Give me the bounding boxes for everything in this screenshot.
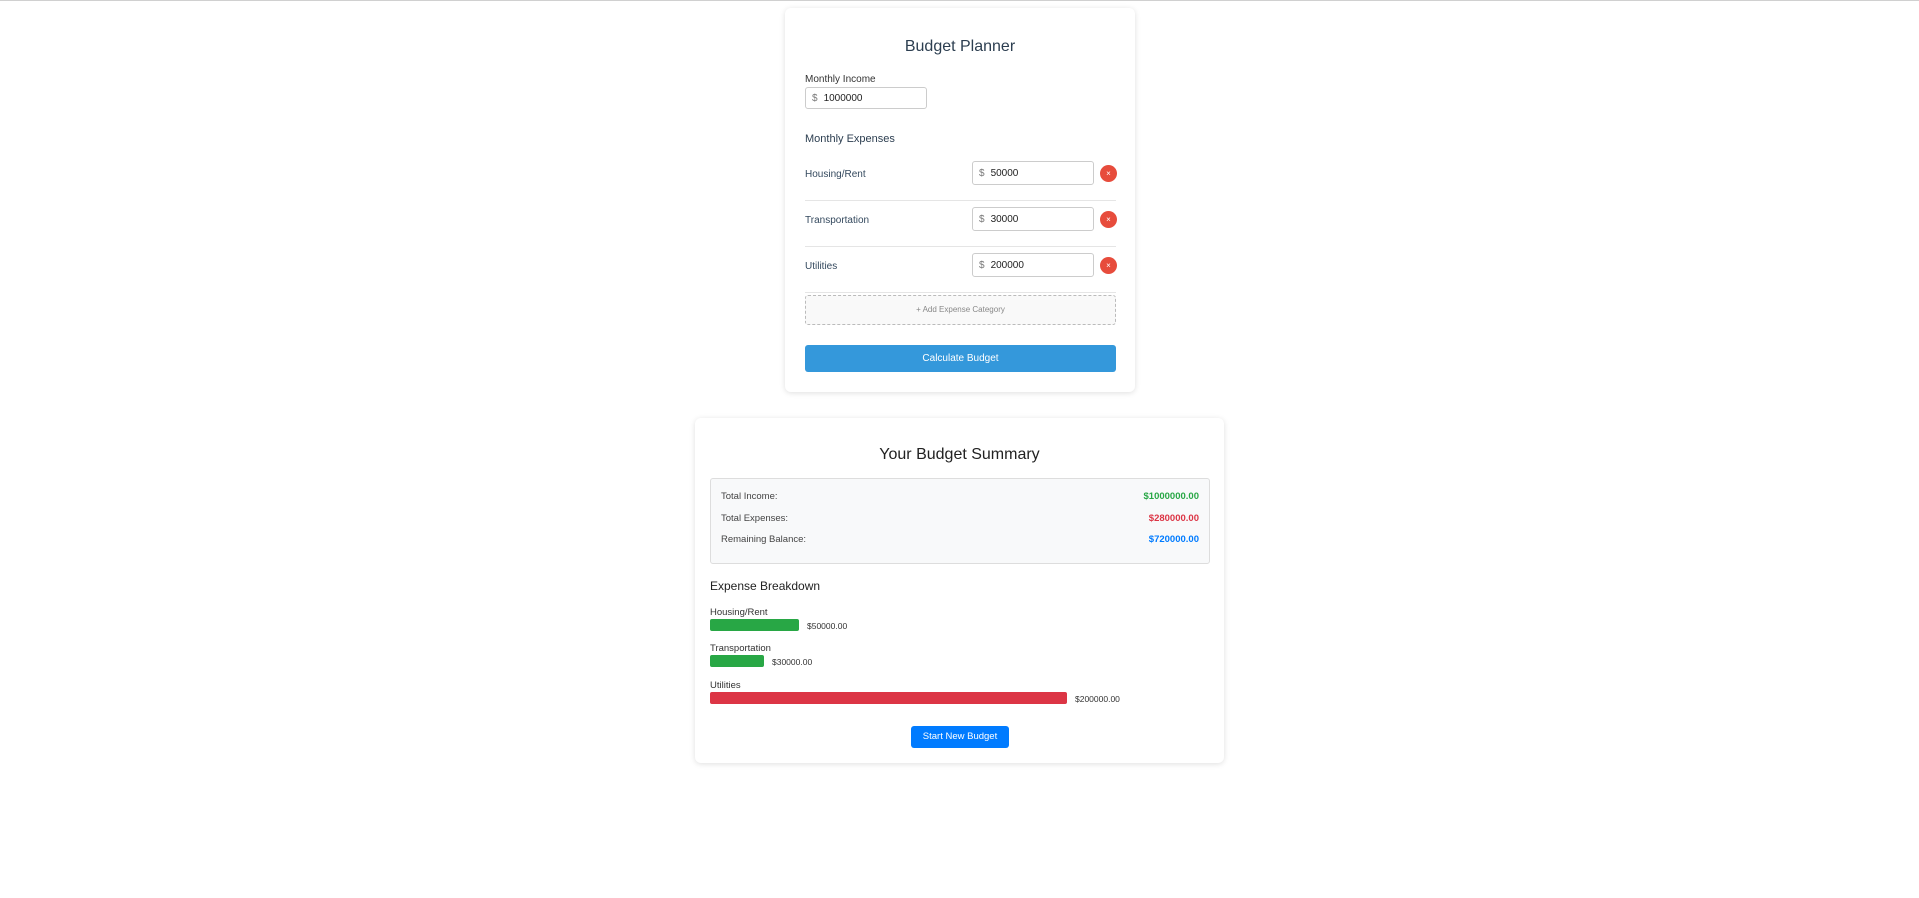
expense-name: Housing/Rent: [805, 169, 866, 180]
monthly-income-input[interactable]: [817, 89, 956, 107]
breakdown-bar: [710, 655, 764, 667]
top-border: [0, 0, 1919, 1]
remaining-balance-amount: $720000.00: [1148, 534, 1199, 545]
breakdown-item: Transportation $30000.00: [710, 643, 1210, 675]
monthly-income-label: Monthly Income: [805, 74, 876, 85]
total-income-label: Total Income:: [721, 491, 778, 502]
currency-symbol: $: [812, 92, 818, 104]
breakdown-name: Housing/Rent: [710, 607, 768, 618]
expense-breakdown-heading: Expense Breakdown: [710, 579, 821, 593]
expense-row-transportation: Transportation $ ×: [805, 201, 1123, 247]
breakdown-amount: $30000.00: [772, 657, 813, 667]
expense-name: Transportation: [805, 215, 870, 226]
close-icon: ×: [1106, 215, 1111, 224]
breakdown-item: Housing/Rent $50000.00: [710, 607, 1210, 639]
expense-row-utilities: Utilities $ ×: [805, 247, 1123, 293]
expense-row-housing: Housing/Rent $ ×: [805, 155, 1123, 201]
total-income-line: Total Income: $1000000.00: [721, 491, 1199, 505]
monthly-expenses-heading: Monthly Expenses: [805, 133, 895, 145]
breakdown-amount: $50000.00: [807, 621, 848, 631]
total-income-amount: $1000000.00: [1143, 491, 1199, 502]
currency-symbol: $: [979, 213, 985, 225]
remove-expense-button[interactable]: ×: [1100, 165, 1117, 182]
breakdown-item: Utilities $200000.00: [710, 680, 1210, 712]
expense-name: Utilities: [805, 261, 838, 272]
breakdown-name: Transportation: [710, 643, 771, 654]
summary-title: Your Budget Summary: [879, 446, 1040, 463]
add-expense-category-button[interactable]: + Add Expense Category: [805, 295, 1116, 325]
budget-summary-card: Your Budget Summary Total Income: $10000…: [695, 418, 1224, 763]
close-icon: ×: [1106, 261, 1111, 270]
budget-planner-card: Budget Planner Monthly Income $ Monthly …: [785, 8, 1135, 392]
start-new-budget-button[interactable]: Start New Budget: [911, 726, 1009, 748]
breakdown-bar: [710, 619, 799, 631]
total-expenses-amount: $280000.00: [1148, 513, 1199, 524]
close-icon: ×: [1106, 169, 1111, 178]
expense-amount-field[interactable]: $: [972, 253, 1123, 277]
total-expenses-line: Total Expenses: $280000.00: [721, 513, 1199, 527]
breakdown-amount: $200000.00: [1075, 694, 1120, 704]
remove-expense-button[interactable]: ×: [1100, 257, 1117, 274]
remove-expense-button[interactable]: ×: [1100, 211, 1117, 228]
currency-symbol: $: [979, 259, 985, 271]
expense-amount-field[interactable]: $: [972, 207, 1123, 231]
totals-box: Total Income: $1000000.00 Total Expenses…: [710, 478, 1210, 564]
remaining-balance-line: Remaining Balance: $720000.00: [721, 534, 1199, 548]
monthly-income-field[interactable]: $: [805, 87, 956, 109]
remaining-balance-label: Remaining Balance:: [721, 534, 807, 545]
total-expenses-label: Total Expenses:: [721, 513, 789, 524]
currency-symbol: $: [979, 167, 985, 179]
breakdown-bar: [710, 692, 1067, 704]
expense-amount-field[interactable]: $: [972, 161, 1123, 185]
breakdown-name: Utilities: [710, 680, 741, 691]
calculate-budget-button[interactable]: Calculate Budget: [805, 345, 1116, 372]
planner-title: Budget Planner: [904, 38, 1016, 55]
